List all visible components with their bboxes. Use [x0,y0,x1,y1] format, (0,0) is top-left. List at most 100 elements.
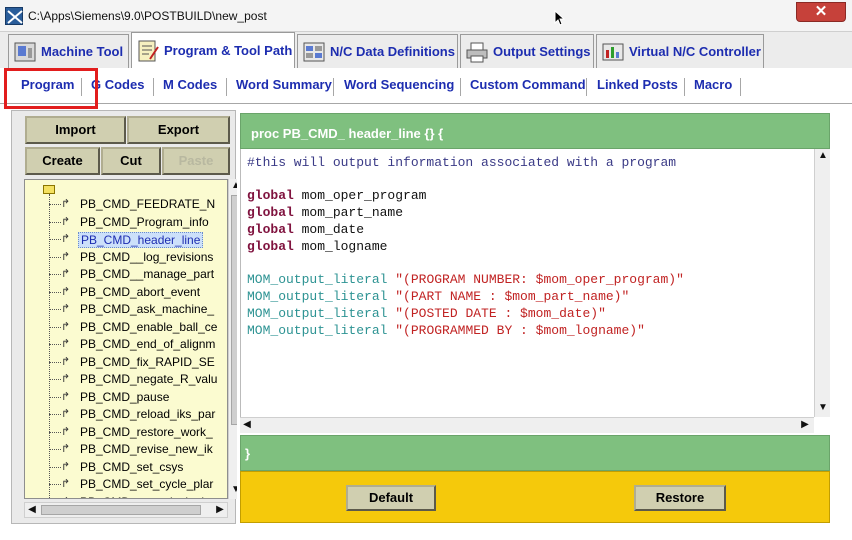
tree-item-label: PB_CMD_end_of_alignm [80,337,216,351]
command-leaf-icon: ↱ [61,373,71,385]
tree-connector-line [49,449,61,450]
scroll-left-icon[interactable]: ◀ [240,418,254,432]
tree-item[interactable]: ↱ PB_CMD_header_line [49,231,227,248]
tree-item[interactable]: ↱ PB_CMD_revise_new_ik [49,441,227,458]
custom-command-tree: ↱ PB_CMD_FEEDRATE_N ↱ PB_CMD_Program_info ↱ P… [24,179,228,499]
import-button[interactable]: Import [25,116,126,144]
command-leaf-icon: ↱ [61,233,71,245]
tab-machine-tool-label: Machine Tool [41,44,124,59]
tab-virtual-nc-controller[interactable]: Virtual N/C Controller [596,34,764,68]
close-window-button[interactable]: ✕ [796,2,846,22]
command-leaf-icon: ↱ [61,268,71,280]
tree-item-label: PB_CMD__log_revisions [80,249,214,264]
export-button[interactable]: Export [127,116,230,144]
tree-item[interactable]: ↱ PB_CMD_abort_event [49,284,227,301]
subtab-macro[interactable]: Macro [694,77,732,99]
tree-item[interactable]: ↱ PB_CMD_end_of_alignm [49,336,227,353]
default-button[interactable]: Default [346,485,436,511]
subtab-divider [586,78,587,96]
subtab-g-codes[interactable]: G Codes [91,77,144,99]
scroll-left-icon[interactable]: ◀ [25,503,39,517]
tree-connector-line [49,239,61,240]
subtab-linked-posts[interactable]: Linked Posts [597,77,678,99]
editor-vertical-scrollbar[interactable]: ▲ ▼ [814,149,830,417]
scroll-right-icon[interactable]: ▶ [213,503,227,517]
code-line: global mom_part_name [247,205,404,220]
subtab-divider [684,78,685,96]
tree-item[interactable]: ↱ PB_CMD_set_cycle_plar [49,476,227,493]
scrollbar-thumb[interactable] [41,505,201,515]
tree-item-label: PB_CMD_header_line [78,232,204,248]
tree-item-label: PB_CMD_enable_ball_ce [80,319,218,334]
scroll-up-icon[interactable]: ▲ [816,149,830,163]
tree-item[interactable]: ↱ PB_CMD_ask_machine_ [49,301,227,318]
command-leaf-icon: ↱ [61,198,71,210]
tree-connector-line [49,484,61,485]
subtab-custom-command[interactable]: Custom Command [470,77,586,99]
editor-horizontal-scrollbar[interactable]: ◀ ▶ [240,417,814,433]
tab-program-tool-path[interactable]: Program & Tool Path [131,32,295,68]
code-line: MOM_output_literal "(POSTED DATE : $mom_… [247,306,606,321]
controller-icon [601,40,625,64]
tree-item-label: PB_CMD_pause [80,389,170,404]
tree-item[interactable]: ↱ PB_CMD_negate_R_valu [49,371,227,388]
tree-connector-line [49,291,61,293]
tree-item[interactable]: ↱ PB_CMD_enable_ball_ce [49,319,227,336]
code-line: MOM_output_literal "(PROGRAMMED BY : $mo… [247,323,645,338]
tree-item[interactable]: ↱ PB_CMD__manage_part [49,266,227,283]
subtab-word-summary[interactable]: Word Summary [236,77,332,99]
command-editor-panel: proc PB_CMD_ header_line {} { #this will… [237,110,832,524]
tree-item[interactable]: ↱ PB_CMD_reload_iks_par [49,406,227,423]
tree-item-label: PB_CMD_FEEDRATE_N [80,197,216,211]
nc-data-icon [302,40,326,64]
postbuilder-app-icon [5,7,23,25]
tree-item[interactable]: ↱ PB_CMD_pause [49,389,227,406]
command-leaf-icon: ↱ [61,478,71,490]
scroll-down-icon[interactable]: ▼ [816,401,830,415]
tab-nc-data-definitions[interactable]: N/C Data Definitions [297,34,458,68]
tree-item[interactable]: ↱ PB_CMD_FEEDRATE_N [49,196,227,213]
window-title: C:\Apps\Siemens\9.0\POSTBUILD\new_post [28,9,267,23]
subtab-m-codes[interactable]: M Codes [163,77,217,99]
tree-connector-line [49,309,61,310]
tree-connector-line [49,326,61,328]
proc-footer-bar: } [240,435,830,471]
tab-nc-data-definitions-label: N/C Data Definitions [330,44,455,59]
tree-horizontal-scrollbar[interactable]: ◀ ▶ [24,502,228,518]
cut-button[interactable]: Cut [101,147,161,175]
tree-item-label: PB_CMD_restore_work_ [80,424,213,439]
tab-machine-tool[interactable]: Machine Tool [8,34,129,68]
command-leaf-icon: ↱ [61,355,71,368]
subtab-word-sequencing[interactable]: Word Sequencing [344,77,454,99]
tree-item[interactable]: ↱ PB_CMD__log_revisions [49,249,227,266]
tab-output-settings[interactable]: Output Settings [460,34,594,68]
paste-button[interactable]: Paste [162,147,230,175]
tree-item[interactable]: ↱ PB_CMD_set_csys [49,459,227,476]
editor-action-bar: Default Restore [240,471,830,523]
command-leaf-icon: ↱ [61,408,71,420]
tree-connector-line [49,414,61,415]
tree-item-label: PB_CMD_abort_event [80,284,201,299]
scroll-right-icon[interactable]: ▶ [798,418,812,432]
program-tab-highlight-box [4,68,98,109]
tab-program-tool-path-label: Program & Tool Path [164,43,293,58]
tree-item[interactable]: ↱PB_CMD_set_principal_ [49,494,227,499]
main-tab-strip: Machine Tool Program & Tool Path N/C Dat… [0,32,852,68]
tree-connector-line [49,344,61,345]
command-leaf-icon: ↱ [61,285,71,298]
create-button[interactable]: Create [25,147,100,175]
tree-item-label: PB_CMD_revise_new_ik [80,442,213,456]
tree-item-label: PB_CMD_reload_iks_par [80,407,216,421]
proc-declaration: proc PB_CMD_ header_line {} { [251,126,444,141]
code-editor[interactable]: #this will output information associated… [240,149,814,417]
tree-item[interactable]: ↱ PB_CMD_restore_work_ [49,424,227,441]
sub-tab-strip: Program G Codes M Codes Word Summary Wor… [0,68,852,104]
subtab-divider [740,78,741,96]
tree-item[interactable]: ↱ PB_CMD_fix_RAPID_SE [49,354,227,371]
subtab-divider [153,78,154,96]
tree-connector-line [49,379,61,380]
tree-item-label: PB_CMD__manage_part [80,267,215,281]
tree-item-label: PB_CMD_set_csys [80,459,184,474]
tree-item[interactable]: ↱ PB_CMD_Program_info [49,214,227,231]
restore-button[interactable]: Restore [634,485,726,511]
